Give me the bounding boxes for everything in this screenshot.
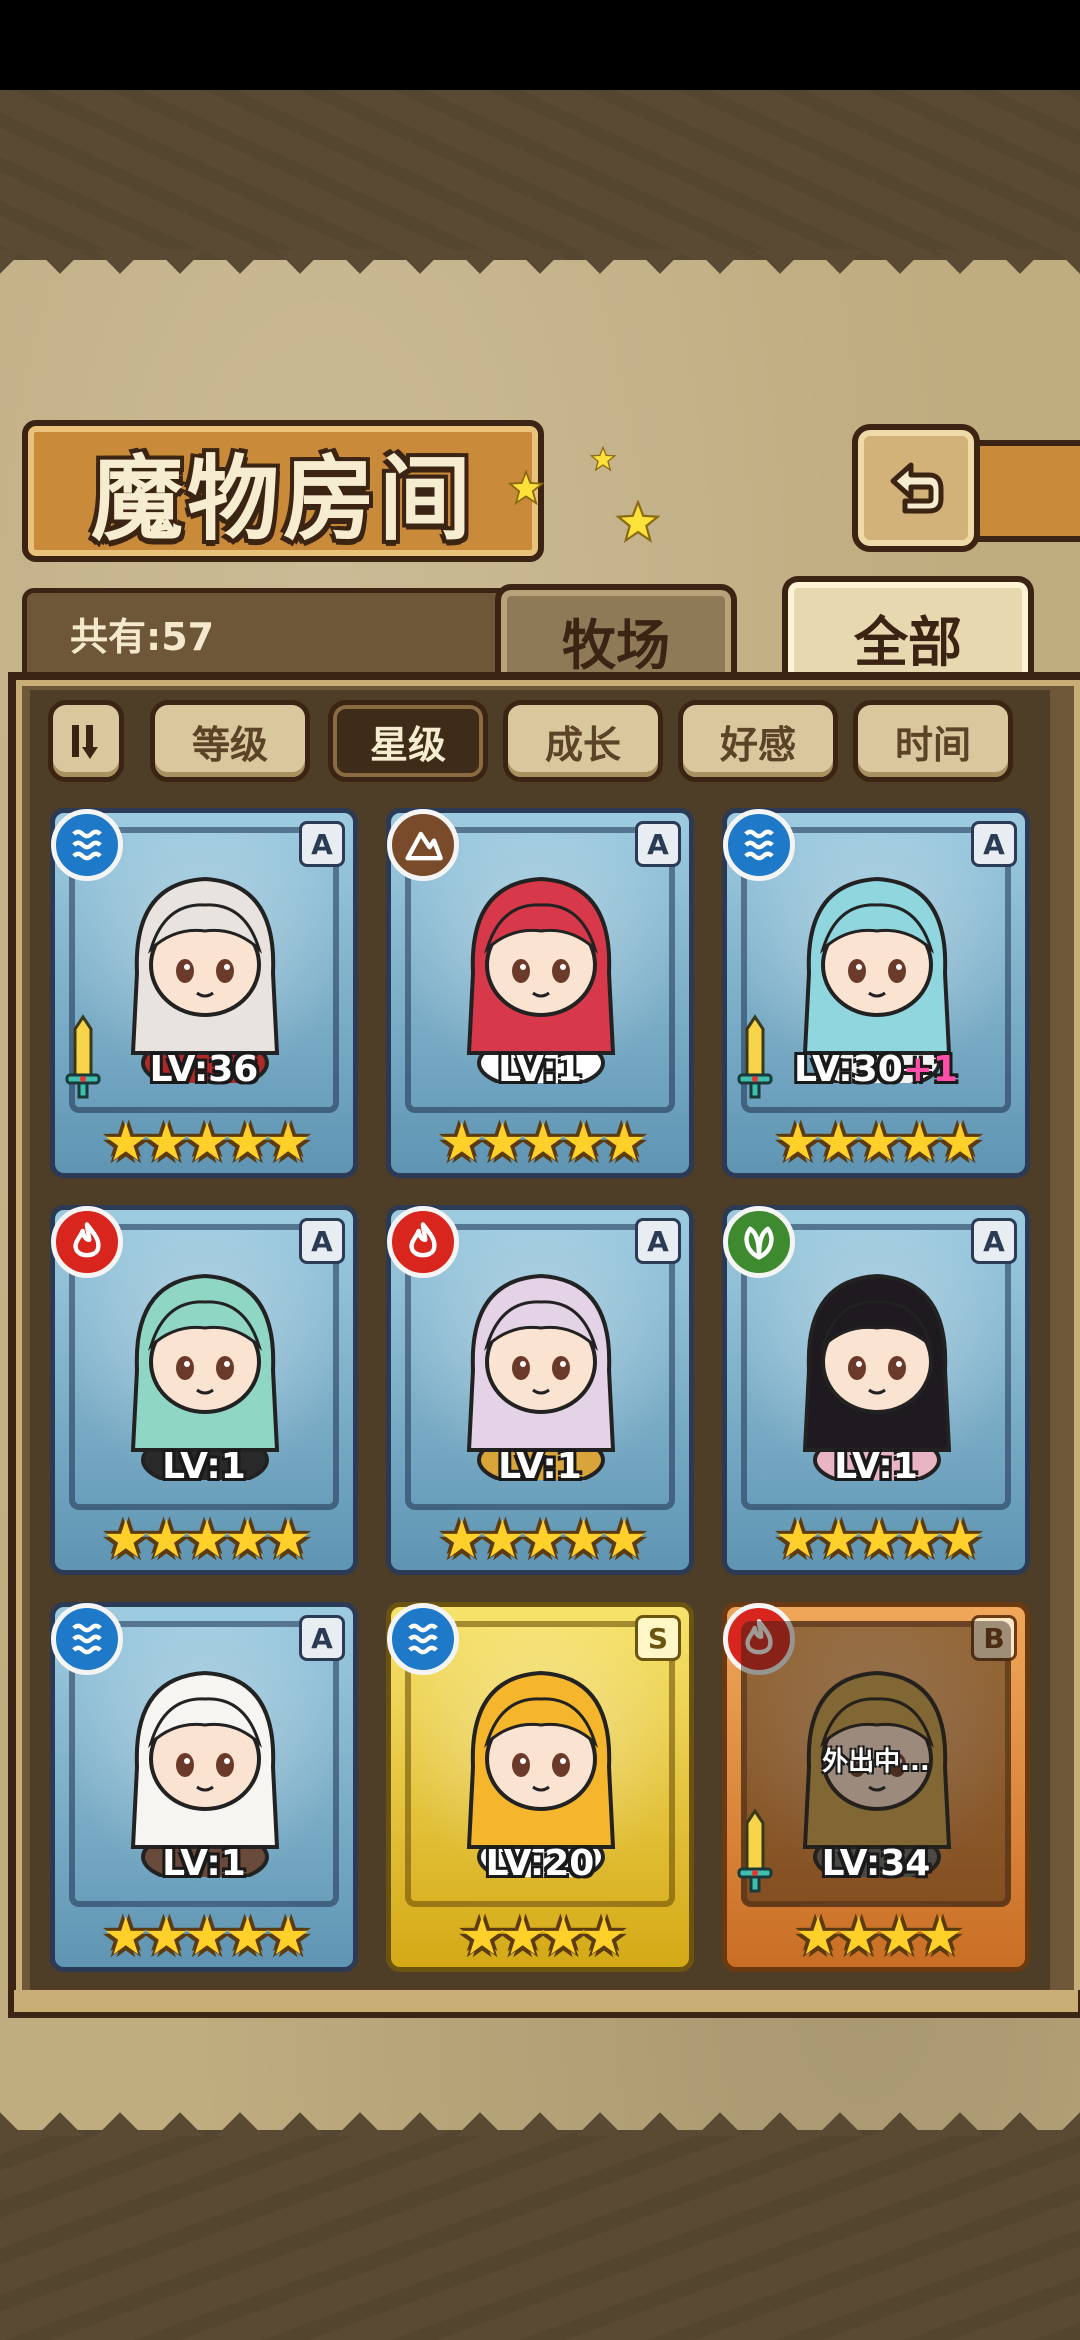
sparkle-star-icon xyxy=(590,446,616,472)
monster-count: 共有:57 xyxy=(70,615,215,659)
rank-badge: A xyxy=(971,821,1017,867)
sort-toggle-icon xyxy=(72,725,98,759)
panel-bottom-rail xyxy=(8,1990,1080,2018)
rank-badge: S xyxy=(635,1615,681,1661)
star-rating: ★★★★★ xyxy=(438,1113,647,1173)
title-banner: 魔物房间 xyxy=(22,420,544,562)
level-label: LV:34 xyxy=(727,1843,1025,1884)
level-value: LV:1 xyxy=(498,1446,582,1487)
back-arrow-icon xyxy=(890,462,944,514)
sort-filter-bar: 等级 星级 成长 好感 时间 xyxy=(48,700,1048,782)
level-label: LV:1 xyxy=(55,1446,353,1487)
sort-order-button[interactable] xyxy=(48,700,124,782)
map-background-bottom xyxy=(0,2130,1080,2340)
fire-element-icon xyxy=(387,1206,459,1278)
monster-card[interactable]: A LV:1 ★★★★★ xyxy=(50,1602,358,1972)
filter-stars-button[interactable]: 星级 xyxy=(328,700,488,782)
fire-element-icon xyxy=(51,1206,123,1278)
monster-card[interactable]: A LV:36 ★★★★★ xyxy=(50,808,358,1178)
level-value: LV:20 xyxy=(485,1843,595,1884)
rank-badge: A xyxy=(971,1218,1017,1264)
level-label: LV:30+1 xyxy=(727,1049,1025,1090)
status-label: 外出中... xyxy=(822,1747,930,1777)
star-rating: ★★★★★ xyxy=(438,1510,647,1570)
level-label: LV:1 xyxy=(391,1446,689,1487)
level-value: LV:30 xyxy=(794,1049,903,1090)
star-rating: ★★★★★ xyxy=(774,1510,983,1570)
level-value: LV:1 xyxy=(498,1049,582,1090)
star-rating: ★★★★★ xyxy=(774,1113,983,1173)
level-value: LV:36 xyxy=(149,1049,259,1090)
level-label: LV:1 xyxy=(727,1446,1025,1487)
sparkle-star-icon xyxy=(508,470,544,506)
back-button[interactable] xyxy=(852,424,980,552)
status-bar xyxy=(0,0,1080,90)
map-background-top xyxy=(0,90,1080,260)
filter-affection-button[interactable]: 好感 xyxy=(678,700,838,782)
monster-card[interactable]: A LV:1 ★★★★★ xyxy=(50,1205,358,1575)
leaf-element-icon xyxy=(723,1206,795,1278)
water-element-icon xyxy=(51,1603,123,1675)
rank-badge: A xyxy=(299,1615,345,1661)
filter-growth-button[interactable]: 成长 xyxy=(503,700,663,782)
star-rating: ★★★★ xyxy=(458,1907,627,1967)
page-title: 魔物房间 xyxy=(90,444,475,553)
monster-card[interactable]: A LV:30+1 ★★★★★ xyxy=(722,808,1030,1178)
level-value: LV:34 xyxy=(821,1843,931,1884)
water-element-icon xyxy=(51,809,123,881)
level-value: LV:1 xyxy=(162,1843,246,1884)
star-rating: ★★★★★ xyxy=(102,1907,311,1967)
parchment-edge-bottom xyxy=(0,2100,1080,2136)
rank-badge: A xyxy=(299,821,345,867)
star-rating: ★★★★★ xyxy=(102,1113,311,1173)
monster-card[interactable]: S LV:20 ★★★★ xyxy=(386,1602,694,1972)
water-element-icon xyxy=(723,809,795,881)
level-label: LV:20 xyxy=(391,1843,689,1884)
water-element-icon xyxy=(387,1603,459,1675)
rank-badge: A xyxy=(635,821,681,867)
level-bonus: +1 xyxy=(902,1049,958,1090)
level-label: LV:36 xyxy=(55,1049,353,1090)
filter-time-button[interactable]: 时间 xyxy=(853,700,1013,782)
monster-card[interactable]: B 外出中... LV:34 ★★★★ xyxy=(722,1602,1030,1972)
sparkle-star-icon xyxy=(616,500,660,544)
level-label: LV:1 xyxy=(391,1049,689,1090)
monster-card[interactable]: A LV:1 ★★★★★ xyxy=(386,1205,694,1575)
filter-level-button[interactable]: 等级 xyxy=(150,700,310,782)
monster-card[interactable]: A LV:1 ★★★★★ xyxy=(386,808,694,1178)
level-value: LV:1 xyxy=(162,1446,246,1487)
rank-badge: A xyxy=(635,1218,681,1264)
earth-element-icon xyxy=(387,809,459,881)
level-label: LV:1 xyxy=(55,1843,353,1884)
level-value: LV:1 xyxy=(834,1446,918,1487)
parchment-edge-top xyxy=(0,250,1080,286)
rank-badge: A xyxy=(299,1218,345,1264)
monster-card[interactable]: A LV:1 ★★★★★ xyxy=(722,1205,1030,1575)
star-rating: ★★★★★ xyxy=(102,1510,311,1570)
star-rating: ★★★★ xyxy=(794,1907,963,1967)
